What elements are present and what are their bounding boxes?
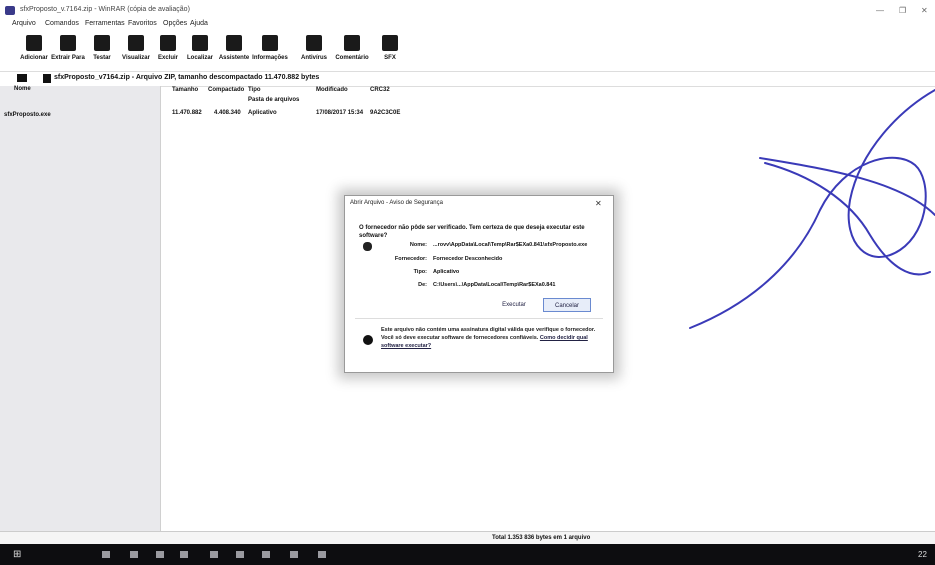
name-value: ...rovv\AppData\Local\Temp\Rar$EXa0.841\…	[433, 242, 588, 248]
dialog-title-bar: Abrir Arquivo - Aviso de Segurança ✕	[345, 196, 613, 210]
delete-icon	[160, 35, 176, 51]
cell-packed: 4.408.340	[214, 110, 241, 116]
sfx-button[interactable]: SFX	[374, 33, 406, 67]
virus-scan-button[interactable]: Antivírus	[298, 33, 330, 67]
minimize-button[interactable]: —	[876, 6, 884, 15]
title-bar: sfxProposto_v.7164.zip - WinRAR (cópia d…	[0, 0, 935, 20]
find-button[interactable]: Localizar	[184, 33, 216, 67]
publisher-label: Fornecedor:	[394, 256, 427, 262]
type-value: Aplicativo	[433, 269, 460, 275]
publisher-value: Fornecedor Desconhecido	[433, 256, 503, 262]
up-folder-button[interactable]	[17, 74, 27, 82]
cell-crc: 9A2C3C0E	[370, 110, 401, 116]
type-label: Tipo:	[413, 269, 427, 275]
delete-button[interactable]: Excluir	[152, 33, 184, 67]
warning-text: Este arquivo não contém uma assinatura d…	[381, 326, 601, 350]
wizard-button[interactable]: Assistente	[218, 33, 250, 67]
status-bar: Total 1.353 836 bytes em 1 arquivo	[0, 531, 935, 545]
column-packed[interactable]: Compactado	[208, 87, 244, 93]
wizard-icon	[226, 35, 242, 51]
divider	[355, 318, 603, 319]
status-total: Total 1.353 836 bytes em 1 arquivo	[492, 535, 591, 541]
extract-icon	[60, 35, 76, 51]
test-button[interactable]: Testar	[86, 33, 118, 67]
toolbar: Adicionar Extrair Para Testar Visualizar…	[0, 33, 935, 69]
taskbar-app-icon[interactable]	[236, 551, 244, 558]
dialog-close-button[interactable]: ✕	[595, 199, 602, 208]
archive-icon	[43, 74, 51, 83]
close-button[interactable]: ✕	[921, 6, 928, 15]
menu-commands[interactable]: Comandos	[45, 20, 79, 27]
menu-help[interactable]: Ajuda	[190, 20, 208, 27]
comment-button[interactable]: Comentário	[335, 33, 369, 67]
dialog-title: Abrir Arquivo - Aviso de Segurança	[350, 200, 443, 206]
address-bar: sfxProposto_v7164.zip - Arquivo ZIP, tam…	[0, 71, 935, 87]
menu-file[interactable]: Arquivo	[12, 20, 36, 27]
window-title: sfxProposto_v.7164.zip - WinRAR (cópia d…	[20, 6, 190, 13]
menu-tools[interactable]: Ferramentas	[85, 20, 125, 27]
taskbar-app-icon[interactable]	[102, 551, 110, 558]
taskbar-app-icon[interactable]	[262, 551, 270, 558]
tree-item[interactable]: sfxProposto.exe	[4, 112, 51, 118]
winrar-icon	[5, 6, 15, 15]
menu-favorites[interactable]: Favoritos	[128, 20, 157, 27]
cell-size: 11.470.882	[172, 110, 202, 116]
shield-warning-icon	[363, 335, 373, 345]
column-crc[interactable]: CRC32	[370, 87, 390, 93]
sfx-icon	[382, 35, 398, 51]
virus-scan-icon	[306, 35, 322, 51]
address-text[interactable]: sfxProposto_v7164.zip - Arquivo ZIP, tam…	[54, 74, 319, 81]
column-type[interactable]: Tipo	[248, 87, 261, 93]
add-archive-icon	[26, 35, 42, 51]
comment-icon	[344, 35, 360, 51]
menu-options[interactable]: Opções	[163, 20, 187, 27]
execute-button[interactable]: Executar	[491, 298, 537, 312]
taskbar-app-icon[interactable]	[130, 551, 138, 558]
column-modified[interactable]: Modificado	[316, 87, 348, 93]
add-button[interactable]: Adicionar	[18, 33, 50, 67]
cancel-button[interactable]: Cancelar	[543, 298, 591, 312]
cell-modified: 17/08/2017 15:34	[316, 110, 364, 116]
column-name[interactable]: Tamanho	[172, 87, 198, 93]
extract-to-button[interactable]: Extrair Para	[51, 33, 85, 67]
taskbar-app-icon[interactable]	[318, 551, 326, 558]
start-button[interactable]: ⊞	[13, 549, 21, 560]
folder-tree[interactable]: Nome sfxProposto.exe	[0, 86, 161, 531]
find-icon	[192, 35, 208, 51]
clock: 22	[918, 550, 927, 559]
taskbar: ⊞ 22	[0, 544, 935, 565]
info-button[interactable]: Informações	[252, 33, 288, 67]
taskbar-app-icon[interactable]	[156, 551, 164, 558]
scribble-stroke	[689, 89, 935, 329]
application-icon	[363, 242, 372, 251]
view-icon	[128, 35, 144, 51]
test-icon	[94, 35, 110, 51]
info-icon	[262, 35, 278, 51]
view-button[interactable]: Visualizar	[120, 33, 152, 67]
security-warning-dialog: Abrir Arquivo - Aviso de Segurança ✕ O f…	[344, 195, 614, 373]
maximize-button[interactable]: ❐	[899, 6, 906, 15]
taskbar-app-icon[interactable]	[210, 551, 218, 558]
taskbar-app-icon[interactable]	[180, 551, 188, 558]
from-label: De:	[418, 282, 427, 288]
from-value: C:\Users\...\AppData\Local\Temp\Rar$EXa0…	[433, 282, 556, 288]
tree-header: Nome	[14, 86, 31, 92]
menu-bar: Arquivo Comandos Ferramentas Favoritos O…	[0, 20, 935, 32]
taskbar-app-icon[interactable]	[290, 551, 298, 558]
name-label: Nome:	[409, 242, 427, 248]
dialog-question: O fornecedor não pôde ser verificado. Te…	[359, 225, 585, 239]
folder-type-label: Pasta de arquivos	[248, 97, 300, 103]
cell-type: Aplicativo	[248, 110, 277, 116]
